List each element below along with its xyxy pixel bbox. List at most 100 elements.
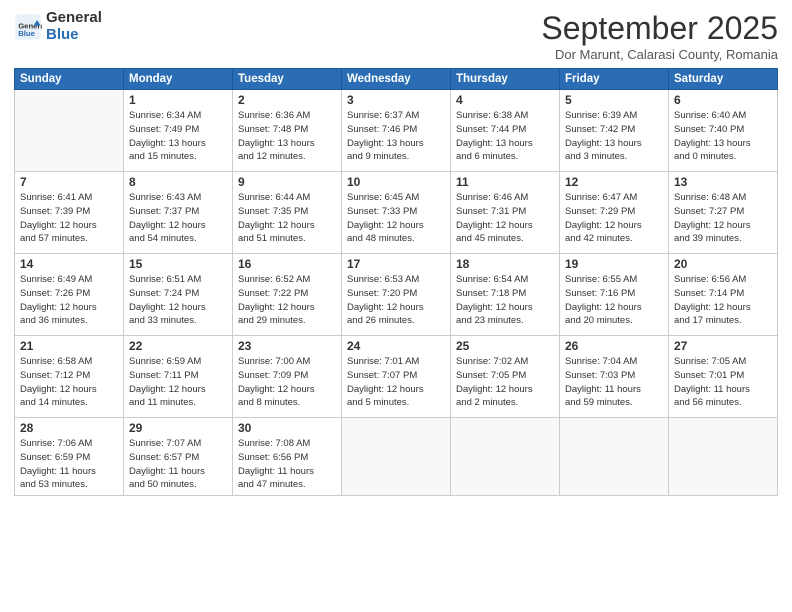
day-number: 28: [20, 421, 118, 435]
calendar-cell: 21Sunrise: 6:58 AM Sunset: 7:12 PM Dayli…: [15, 336, 124, 418]
title-block: September 2025 Dor Marunt, Calarasi Coun…: [541, 10, 778, 62]
calendar-cell: 2 Sunrise: 6:36 AM Sunset: 7:48 PM Daylig…: [233, 90, 342, 172]
day-number: 20: [674, 257, 772, 271]
day-info: Sunrise: 6:46 AM Sunset: 7:31 PM Dayligh…: [456, 191, 554, 246]
logo: General Blue General Blue: [14, 10, 102, 43]
day-number: 10: [347, 175, 445, 189]
day-number: 1: [129, 93, 227, 107]
calendar-week-row: 28 Sunrise: 7:06 AM Sunset: 6:59 PM Dayli…: [15, 418, 778, 496]
day-number: 17: [347, 257, 445, 271]
calendar-cell: 10Sunrise: 6:45 AM Sunset: 7:33 PM Dayli…: [342, 172, 451, 254]
month-title: September 2025: [541, 10, 778, 47]
calendar-cell: 1 Sunrise: 6:34 AM Sunset: 7:49 PM Daylig…: [124, 90, 233, 172]
day-number: 6: [674, 93, 772, 107]
day-of-week-header: Tuesday: [233, 69, 342, 90]
calendar-cell: 23Sunrise: 7:00 AM Sunset: 7:09 PM Dayli…: [233, 336, 342, 418]
day-number: 27: [674, 339, 772, 353]
day-number: 24: [347, 339, 445, 353]
day-number: 18: [456, 257, 554, 271]
day-info: Sunrise: 6:52 AM Sunset: 7:22 PM Dayligh…: [238, 273, 336, 328]
calendar-cell: 18Sunrise: 6:54 AM Sunset: 7:18 PM Dayli…: [451, 254, 560, 336]
day-number: 5: [565, 93, 663, 107]
day-number: 30: [238, 421, 336, 435]
day-number: 22: [129, 339, 227, 353]
day-of-week-header: Sunday: [15, 69, 124, 90]
calendar-cell: 17 Sunrise: 6:53 AM Sunset: 7:20 PM Dayli…: [342, 254, 451, 336]
calendar-header-row: SundayMondayTuesdayWednesdayThursdayFrid…: [15, 69, 778, 90]
day-of-week-header: Thursday: [451, 69, 560, 90]
day-info: Sunrise: 6:53 AM Sunset: 7:20 PM Dayligh…: [347, 273, 445, 328]
day-info: Sunrise: 7:08 AM Sunset: 6:56 PM Dayligh…: [238, 437, 336, 492]
calendar-cell: 12Sunrise: 6:47 AM Sunset: 7:29 PM Dayli…: [560, 172, 669, 254]
day-number: 2: [238, 93, 336, 107]
day-info: Sunrise: 6:49 AM Sunset: 7:26 PM Dayligh…: [20, 273, 118, 328]
day-of-week-header: Monday: [124, 69, 233, 90]
day-info: Sunrise: 6:39 AM Sunset: 7:42 PM Dayligh…: [565, 109, 663, 164]
calendar-cell: 26 Sunrise: 7:04 AM Sunset: 7:03 PM Dayli…: [560, 336, 669, 418]
calendar-cell: 20 Sunrise: 6:56 AM Sunset: 7:14 PM Dayli…: [669, 254, 778, 336]
day-info: Sunrise: 6:43 AM Sunset: 7:37 PM Dayligh…: [129, 191, 227, 246]
day-number: 29: [129, 421, 227, 435]
calendar: SundayMondayTuesdayWednesdayThursdayFrid…: [14, 68, 778, 496]
calendar-cell: [342, 418, 451, 496]
day-number: 11: [456, 175, 554, 189]
day-info: Sunrise: 6:41 AM Sunset: 7:39 PM Dayligh…: [20, 191, 118, 246]
calendar-cell: 16 Sunrise: 6:52 AM Sunset: 7:22 PM Dayli…: [233, 254, 342, 336]
day-of-week-header: Saturday: [669, 69, 778, 90]
calendar-cell: 14Sunrise: 6:49 AM Sunset: 7:26 PM Dayli…: [15, 254, 124, 336]
day-number: 15: [129, 257, 227, 271]
day-number: 7: [20, 175, 118, 189]
day-info: Sunrise: 6:40 AM Sunset: 7:40 PM Dayligh…: [674, 109, 772, 164]
location-title: Dor Marunt, Calarasi County, Romania: [541, 47, 778, 62]
day-info: Sunrise: 7:07 AM Sunset: 6:57 PM Dayligh…: [129, 437, 227, 492]
calendar-cell: 8 Sunrise: 6:43 AM Sunset: 7:37 PM Daylig…: [124, 172, 233, 254]
day-info: Sunrise: 6:47 AM Sunset: 7:29 PM Dayligh…: [565, 191, 663, 246]
calendar-cell: 6 Sunrise: 6:40 AM Sunset: 7:40 PM Daylig…: [669, 90, 778, 172]
calendar-cell: 27Sunrise: 7:05 AM Sunset: 7:01 PM Dayli…: [669, 336, 778, 418]
calendar-cell: 4 Sunrise: 6:38 AM Sunset: 7:44 PM Daylig…: [451, 90, 560, 172]
day-info: Sunrise: 7:04 AM Sunset: 7:03 PM Dayligh…: [565, 355, 663, 410]
day-number: 21: [20, 339, 118, 353]
day-number: 25: [456, 339, 554, 353]
day-number: 4: [456, 93, 554, 107]
day-info: Sunrise: 6:34 AM Sunset: 7:49 PM Dayligh…: [129, 109, 227, 164]
calendar-cell: [451, 418, 560, 496]
calendar-cell: [560, 418, 669, 496]
day-info: Sunrise: 6:37 AM Sunset: 7:46 PM Dayligh…: [347, 109, 445, 164]
day-number: 23: [238, 339, 336, 353]
day-info: Sunrise: 6:48 AM Sunset: 7:27 PM Dayligh…: [674, 191, 772, 246]
day-number: 16: [238, 257, 336, 271]
calendar-week-row: 21Sunrise: 6:58 AM Sunset: 7:12 PM Dayli…: [15, 336, 778, 418]
day-info: Sunrise: 6:44 AM Sunset: 7:35 PM Dayligh…: [238, 191, 336, 246]
day-info: Sunrise: 7:01 AM Sunset: 7:07 PM Dayligh…: [347, 355, 445, 410]
day-number: 26: [565, 339, 663, 353]
day-of-week-header: Friday: [560, 69, 669, 90]
logo-icon: General Blue: [14, 13, 42, 41]
calendar-cell: 28 Sunrise: 7:06 AM Sunset: 6:59 PM Dayli…: [15, 418, 124, 496]
day-info: Sunrise: 6:56 AM Sunset: 7:14 PM Dayligh…: [674, 273, 772, 328]
day-info: Sunrise: 7:06 AM Sunset: 6:59 PM Dayligh…: [20, 437, 118, 492]
calendar-week-row: 7 Sunrise: 6:41 AM Sunset: 7:39 PM Daylig…: [15, 172, 778, 254]
calendar-cell: 22 Sunrise: 6:59 AM Sunset: 7:11 PM Dayli…: [124, 336, 233, 418]
calendar-cell: 29 Sunrise: 7:07 AM Sunset: 6:57 PM Dayli…: [124, 418, 233, 496]
svg-text:Blue: Blue: [18, 29, 35, 38]
calendar-week-row: 1 Sunrise: 6:34 AM Sunset: 7:49 PM Daylig…: [15, 90, 778, 172]
calendar-cell: 5 Sunrise: 6:39 AM Sunset: 7:42 PM Daylig…: [560, 90, 669, 172]
calendar-week-row: 14Sunrise: 6:49 AM Sunset: 7:26 PM Dayli…: [15, 254, 778, 336]
day-number: 8: [129, 175, 227, 189]
calendar-cell: 24 Sunrise: 7:01 AM Sunset: 7:07 PM Dayli…: [342, 336, 451, 418]
day-number: 3: [347, 93, 445, 107]
day-info: Sunrise: 6:36 AM Sunset: 7:48 PM Dayligh…: [238, 109, 336, 164]
day-info: Sunrise: 6:55 AM Sunset: 7:16 PM Dayligh…: [565, 273, 663, 328]
day-info: Sunrise: 6:59 AM Sunset: 7:11 PM Dayligh…: [129, 355, 227, 410]
calendar-cell: 19 Sunrise: 6:55 AM Sunset: 7:16 PM Dayli…: [560, 254, 669, 336]
calendar-cell: 11 Sunrise: 6:46 AM Sunset: 7:31 PM Dayli…: [451, 172, 560, 254]
calendar-cell: 25Sunrise: 7:02 AM Sunset: 7:05 PM Dayli…: [451, 336, 560, 418]
day-info: Sunrise: 6:38 AM Sunset: 7:44 PM Dayligh…: [456, 109, 554, 164]
calendar-cell: 7 Sunrise: 6:41 AM Sunset: 7:39 PM Daylig…: [15, 172, 124, 254]
calendar-cell: 9 Sunrise: 6:44 AM Sunset: 7:35 PM Daylig…: [233, 172, 342, 254]
calendar-cell: 3 Sunrise: 6:37 AM Sunset: 7:46 PM Daylig…: [342, 90, 451, 172]
day-number: 9: [238, 175, 336, 189]
day-number: 19: [565, 257, 663, 271]
day-of-week-header: Wednesday: [342, 69, 451, 90]
